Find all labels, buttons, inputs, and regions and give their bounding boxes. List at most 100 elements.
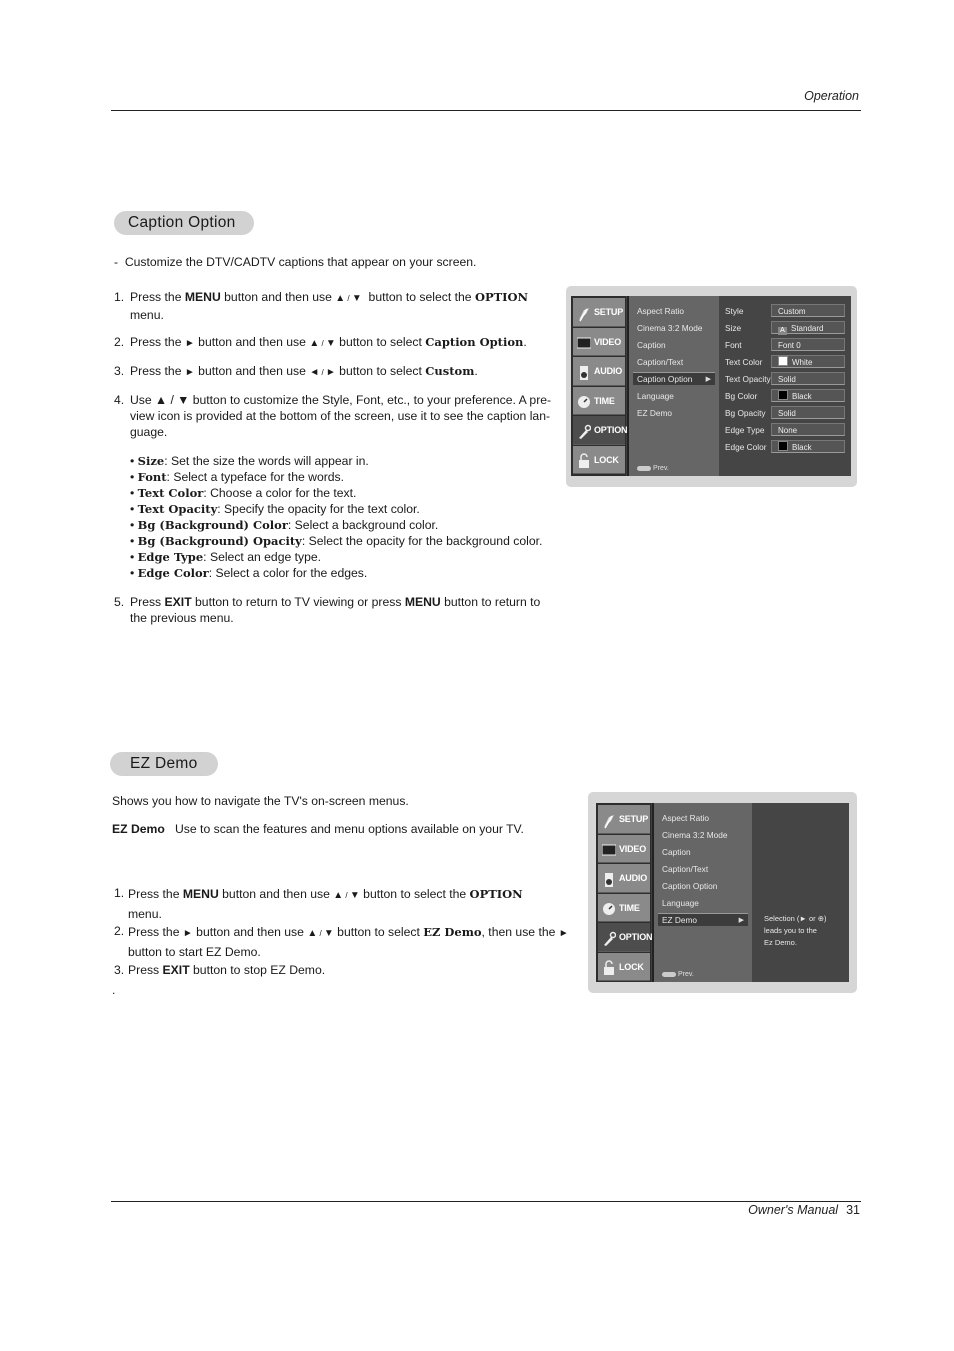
text: button and then use: [218, 887, 334, 901]
setting-label: Text Opacity: [725, 374, 771, 384]
key-menu: MENU: [182, 887, 219, 901]
setting-label: Edge Type: [725, 425, 765, 435]
tv-tab-setup: SETUP: [598, 805, 650, 834]
caption-step-2: 2. Press the ► button and then use ▲ / ▼…: [114, 334, 558, 352]
bullet-term: Text Opacity: [137, 502, 218, 516]
tab-label: LOCK: [594, 454, 619, 465]
ez-demo-intro: Shows you how to navigate the TV's on-sc…: [112, 794, 409, 808]
ez-demo-help-text: Selection (► or ⊕) leads you to the Ez D…: [764, 913, 826, 949]
up-arrow-icon: ▲: [309, 338, 320, 349]
text: button to return to TV viewing or press: [191, 595, 405, 609]
setting-value: Solid: [778, 375, 796, 384]
text: Press: [128, 963, 163, 977]
down-arrow-icon: ▼: [325, 338, 336, 349]
setting-label: Font: [725, 340, 742, 350]
help-line: leads you to the: [764, 926, 817, 935]
step-number: 5.: [114, 595, 125, 609]
padlock-icon: [602, 959, 616, 976]
key-option: OPTION: [469, 887, 523, 901]
running-footer: Owner's Manual 31: [748, 1203, 860, 1217]
text: Use ▲ / ▼ button to customize the Style,…: [130, 393, 552, 407]
step-number: 4.: [114, 393, 125, 407]
setting-label: Edge Color: [725, 442, 767, 452]
caption-step-3: 3. Press the ► button and then use ◄ / ►…: [114, 363, 558, 381]
text: view icon is provided at the bottom of t…: [130, 409, 551, 423]
right-arrow-icon: ►: [184, 338, 195, 349]
tab-label: TIME: [594, 395, 615, 406]
step-number: 2.: [114, 924, 125, 938]
setting-label: Size: [725, 323, 742, 333]
satellite-dish-icon: [577, 305, 591, 322]
up-arrow-icon: ▲: [335, 293, 346, 304]
setting-label: Style: [725, 306, 744, 316]
tab-label: VIDEO: [619, 843, 647, 854]
key-custom: Custom: [425, 364, 475, 378]
tv-tab-audio: AUDIO: [573, 357, 625, 386]
setting-label: Text Color: [725, 357, 763, 367]
bullet-term: Size: [137, 454, 165, 468]
bullet-term: Edge Color: [137, 566, 209, 580]
speaker-icon: [577, 364, 591, 380]
setting-value: Black: [792, 392, 812, 401]
tv-tab-audio: AUDIO: [598, 864, 650, 893]
menu-key-icon: [637, 465, 651, 471]
page-number: 31: [846, 1203, 860, 1217]
text: button to select: [335, 335, 426, 349]
text: button and then use: [220, 290, 336, 304]
text: button and then use: [192, 925, 308, 939]
tv-tab-time: TIME: [598, 893, 650, 922]
prev-label: Prev.: [678, 971, 694, 978]
tv-tab-time: TIME: [573, 386, 625, 415]
caption-setting-bullet: • Font: Select a typeface for the words.: [130, 470, 345, 484]
trailing-period: .: [112, 983, 116, 997]
text: button to select the: [365, 290, 475, 304]
caption-setting-bullet: • Edge Color: Select a color for the edg…: [130, 566, 368, 580]
text: Press the: [130, 364, 185, 378]
setting-value: Custom: [778, 307, 806, 316]
option-menu-item: Cinema 3:2 Mode: [662, 830, 728, 840]
clock-icon: [577, 393, 591, 409]
header-rule: [111, 110, 861, 111]
down-arrow-icon: ▼: [351, 293, 362, 304]
bullet-term: Edge Type: [137, 550, 204, 564]
key-exit: EXIT: [162, 963, 190, 977]
setting-label: Bg Opacity: [725, 408, 766, 418]
tv-tab-option: OPTION: [598, 923, 653, 952]
prev-label: Prev.: [653, 465, 669, 472]
satellite-dish-icon: [602, 812, 616, 829]
tab-label: AUDIO: [619, 873, 647, 883]
setting-value-field: Black: [771, 389, 845, 402]
text: Press the: [128, 925, 183, 939]
option-submenu: Aspect Ratio Cinema 3:2 Mode Caption Captio…: [652, 803, 752, 982]
text: , then use the: [481, 925, 559, 939]
text: Press the: [130, 290, 185, 304]
setting-value-field: A Standard: [771, 321, 845, 335]
caption-step-4: 4. Use ▲ / ▼ button to customize the Sty…: [114, 392, 558, 440]
text: menu.: [130, 308, 164, 322]
option-menu-item: Caption: [662, 847, 691, 857]
option-menu-item: Caption/Text: [637, 357, 684, 367]
tab-label: VIDEO: [594, 336, 622, 347]
running-header: Operation: [804, 89, 859, 103]
padlock-icon: [577, 452, 591, 469]
setting-value: Font 0: [778, 341, 801, 350]
slash: /: [343, 891, 350, 900]
text: Press: [130, 595, 165, 609]
caption-intro-text: Customize the DTV/CADTV captions that ap…: [124, 255, 477, 269]
down-arrow-icon: ▼: [349, 890, 360, 901]
ez-step-1: 1. Press the MENU button and then use ▲ …: [114, 885, 572, 924]
text: Press the: [128, 887, 183, 901]
setting-value-field: Custom: [771, 304, 845, 317]
tab-label: OPTION: [594, 425, 628, 435]
text: Press the: [130, 335, 185, 349]
key-menu: MENU: [184, 290, 221, 304]
bullet-desc: : Select a background color.: [287, 518, 439, 532]
bullet-term: Font: [137, 470, 167, 484]
caption-step-1: 1. Press the MENU button and then use ▲ …: [114, 289, 558, 323]
option-menu-item: Caption Option: [662, 881, 718, 891]
step-number: 3.: [114, 963, 125, 977]
bullet-term: Bg (Background) Color: [137, 518, 288, 532]
text: button and then use: [194, 364, 310, 378]
step-number: 2.: [114, 335, 125, 349]
bullet-desc: : Select a typeface for the words.: [166, 470, 345, 484]
